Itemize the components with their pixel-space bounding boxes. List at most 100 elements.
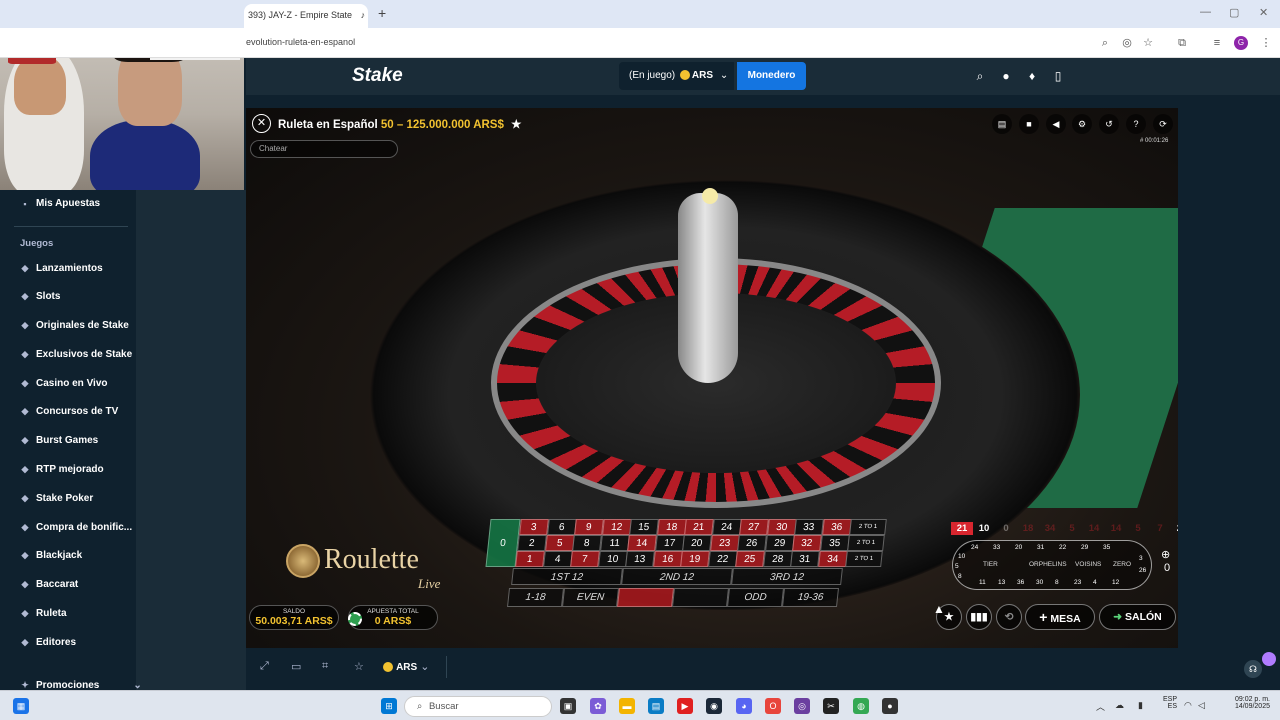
racetrack-number[interactable]: 30 <box>1036 579 1043 586</box>
stake-logo[interactable]: Stake <box>352 65 403 87</box>
bet-cell-number[interactable]: 26 <box>737 535 767 551</box>
sidebar-item-8[interactable]: ◆ Stake Poker <box>20 493 94 504</box>
bet-cell-number[interactable]: 22 <box>707 551 737 567</box>
bet-cell-number[interactable]: 18 <box>656 519 686 535</box>
bet-cell-number[interactable]: 6 <box>546 519 576 535</box>
racetrack-section[interactable]: ORPHELINS <box>1029 561 1067 568</box>
sidebar-item-6[interactable]: ◆ Burst Games <box>20 435 99 446</box>
racetrack-number[interactable]: 4 <box>1093 579 1097 586</box>
bet-cell-number[interactable]: 34 <box>817 551 847 567</box>
close-game-button[interactable]: ✕ <box>252 114 271 133</box>
extensions-icon[interactable]: ⧉ <box>1175 36 1189 50</box>
file-explorer-icon[interactable]: ▬ <box>619 698 635 714</box>
settings-gear-icon[interactable]: ⚙ <box>1072 114 1092 134</box>
bet-cell-number[interactable]: 7 <box>570 551 600 567</box>
bet-dozen[interactable]: 3RD 12 <box>731 568 843 585</box>
balance-button[interactable]: (En juego) ARS ⌄ <box>619 62 734 90</box>
wifi-icon[interactable]: ◠ <box>1184 700 1192 711</box>
sidebar-item-10[interactable]: ◆ Blackjack <box>20 550 83 561</box>
url-text[interactable]: evolution-ruleta-en-espanol <box>246 37 355 47</box>
youtube-icon[interactable]: ▶ <box>677 698 693 714</box>
bet-cell-number[interactable]: 13 <box>625 551 655 567</box>
racetrack-number[interactable]: 26 <box>1139 567 1146 574</box>
bet-cell-number[interactable]: 33 <box>794 519 824 535</box>
new-tab-button[interactable]: + <box>378 5 386 21</box>
bet-cell-number[interactable]: 21 <box>684 519 714 535</box>
bet-cell-number[interactable]: 12 <box>601 519 631 535</box>
live-support-icon[interactable]: ☊ <box>1244 660 1262 678</box>
zoom-icon[interactable]: ⌕ <box>1098 36 1112 50</box>
sidebar-item-2[interactable]: ◆ Originales de Stake <box>20 320 129 331</box>
racetrack-number[interactable]: 29 <box>1081 544 1088 551</box>
bet-outside[interactable]: 1-18 <box>507 588 564 607</box>
sidebar-item-13[interactable]: ◆ Editores <box>20 637 76 648</box>
bet-red-diamond[interactable] <box>617 588 674 607</box>
sidebar-item-12[interactable]: ◆ Ruleta <box>20 608 67 619</box>
bet-black-diamond[interactable] <box>672 588 729 607</box>
help-icon[interactable]: ? <box>1126 114 1146 134</box>
fullscreen-icon[interactable]: ⤢ <box>260 660 269 673</box>
statistics-button[interactable]: ▮▮▮ <box>966 604 992 630</box>
bet-cell-number[interactable]: 1 <box>515 551 545 567</box>
taskbar-search[interactable]: ⌕ Buscar <box>404 696 552 717</box>
bet-column[interactable]: 2 TO 1 <box>845 551 883 567</box>
minimize-icon[interactable]: — <box>1200 6 1211 18</box>
browser-tab[interactable]: 393) JAY-Z - Empire State ♪ ✕ <box>244 4 368 28</box>
bet-cell-number[interactable]: 2 <box>517 535 547 551</box>
racetrack-number[interactable]: 11 <box>979 579 986 586</box>
bet-dozen[interactable]: 1ST 12 <box>511 568 623 585</box>
bet-cell-number[interactable]: 36 <box>821 519 851 535</box>
chrome-icon[interactable]: ◍ <box>853 698 869 714</box>
theatre-mode-icon[interactable]: ▭ <box>291 660 301 673</box>
bet-column[interactable]: 2 TO 1 <box>847 535 885 551</box>
tray-chevron-icon[interactable]: ︿ <box>1096 700 1105 713</box>
favorite-star-icon[interactable]: ★ <box>511 119 521 131</box>
bet-column[interactable]: 2 TO 1 <box>849 519 887 535</box>
bet-cell-number[interactable]: 10 <box>597 551 627 567</box>
sidebar-item-3[interactable]: ◆ Exclusivos de Stake <box>20 349 133 360</box>
bet-cell-number[interactable]: 23 <box>709 535 739 551</box>
racetrack-number[interactable]: 8 <box>958 573 962 580</box>
bet-dozen[interactable]: 2ND 12 <box>621 568 733 585</box>
racetrack-section[interactable]: VOISINS <box>1075 561 1101 568</box>
racetrack-number[interactable]: 23 <box>1074 579 1081 586</box>
sidebar-item-0[interactable]: ◆ Lanzamientos <box>20 263 103 274</box>
language-indicator[interactable]: ESP ES <box>1157 696 1177 710</box>
chat-input[interactable]: Chatear <box>250 140 398 158</box>
racetrack-number[interactable]: 31 <box>1037 544 1044 551</box>
search-icon[interactable]: ⌕ <box>973 69 987 83</box>
currency-selector[interactable]: ARS ⌄ <box>383 660 429 673</box>
bet-cell-number[interactable]: 16 <box>652 551 682 567</box>
bet-cell-number[interactable]: 11 <box>599 535 629 551</box>
bet-cell-number[interactable]: 35 <box>819 535 849 551</box>
bet-cell-number[interactable]: 3 <box>519 519 549 535</box>
reload-icon[interactable]: ⟳ <box>1153 114 1173 134</box>
sidebar-item-11[interactable]: ◆ Baccarat <box>20 579 79 590</box>
racetrack-bets[interactable]: 24 33 20 31 22 29 35 11 13 36 30 8 23 4 12 10 5 8 3 26 TIER O… <box>952 540 1152 590</box>
task-view-icon[interactable]: ▣ <box>560 698 576 714</box>
bet-cell-number[interactable]: 8 <box>572 535 602 551</box>
obs-icon[interactable]: ● <box>882 698 898 714</box>
tab-audio-icon[interactable]: ♪ <box>361 10 366 20</box>
profile-avatar[interactable]: G <box>1234 36 1248 50</box>
copilot-icon[interactable]: ✿ <box>590 698 606 714</box>
bet-cell-number[interactable]: 17 <box>654 535 684 551</box>
racetrack-number[interactable]: 33 <box>993 544 1000 551</box>
racetrack-number[interactable]: 20 <box>1015 544 1022 551</box>
tray-app-icon[interactable]: ▮ <box>1138 700 1143 711</box>
racetrack-number[interactable]: 10 <box>958 553 965 560</box>
bet-cell-number[interactable]: 15 <box>629 519 659 535</box>
store-icon[interactable]: ▤ <box>648 698 664 714</box>
stats-chart-icon[interactable]: ⌗ <box>322 660 328 673</box>
eye-off-icon[interactable]: ◎ <box>1120 36 1134 50</box>
bet-outside[interactable]: 19-36 <box>782 588 839 607</box>
bookmark-star-icon[interactable]: ☆ <box>1141 36 1155 50</box>
opera-icon[interactable]: O <box>765 698 781 714</box>
tray-network-icon[interactable]: ☁ <box>1115 700 1124 711</box>
sidebar-item-1[interactable]: ◆ Slots <box>20 291 61 302</box>
wallet-button[interactable]: Monedero <box>737 62 806 90</box>
racetrack-number[interactable]: 5 <box>955 563 959 570</box>
racetrack-number[interactable]: 3 <box>1139 555 1143 562</box>
chat-bubble-icon[interactable]: ▤ <box>992 114 1012 134</box>
racetrack-add-icon[interactable]: ⊕ <box>1161 548 1170 561</box>
